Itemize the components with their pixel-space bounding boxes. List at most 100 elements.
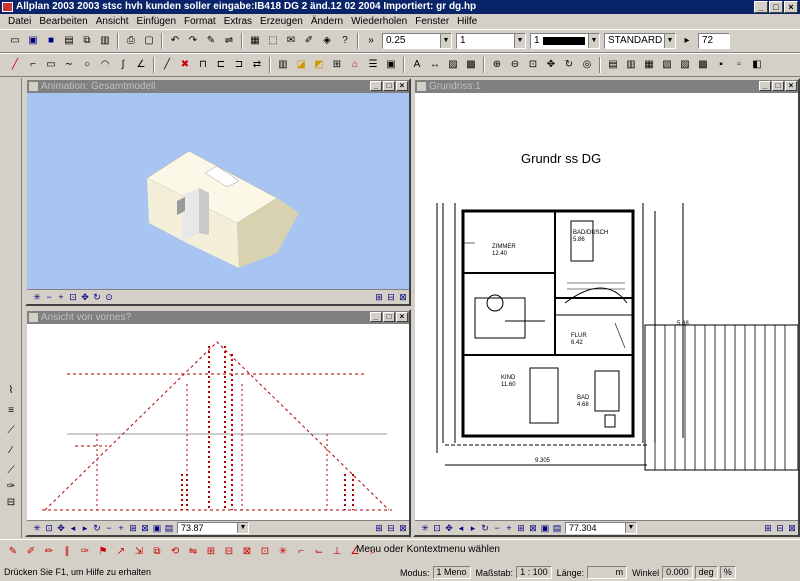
front-next-icon[interactable]: ▸ bbox=[80, 523, 90, 533]
tool-stretch-icon[interactable]: ↗ bbox=[114, 545, 128, 559]
plan-minus-icon[interactable]: − bbox=[492, 523, 502, 533]
menu-erzeugen[interactable]: Erzeugen bbox=[256, 16, 307, 27]
plan-pan-icon[interactable]: ✥ bbox=[444, 523, 454, 533]
layout-3-icon[interactable]: ▦ bbox=[642, 58, 656, 72]
plan-redraw-icon[interactable]: ↻ bbox=[480, 523, 490, 533]
front-opt1-icon[interactable]: ⊞ bbox=[374, 523, 384, 533]
tool-chamfer-icon[interactable]: ⌙ bbox=[312, 545, 326, 559]
front-redraw-icon[interactable]: ↻ bbox=[92, 523, 102, 533]
menu-hilfe[interactable]: Hilfe bbox=[453, 16, 481, 27]
front-zoom-icon[interactable]: ✳ bbox=[32, 523, 42, 533]
front-opt2-icon[interactable]: ⊟ bbox=[386, 523, 396, 533]
arc-icon[interactable]: ◠ bbox=[98, 58, 112, 72]
tool-measure-icon[interactable]: ⊥ bbox=[330, 545, 344, 559]
menu-wiederholen[interactable]: Wiederholen bbox=[347, 16, 411, 27]
plan-next-icon[interactable]: ▸ bbox=[468, 523, 478, 533]
color-select[interactable]: 1 ▼ bbox=[530, 33, 600, 49]
fill-icon[interactable]: ◈ bbox=[320, 34, 334, 48]
save-all-icon[interactable]: ▤ bbox=[62, 34, 76, 48]
plan-view1-icon[interactable]: ⊞ bbox=[516, 523, 526, 533]
tool-pencil-icon[interactable]: ✏ bbox=[42, 545, 56, 559]
plan-opt2-icon[interactable]: ⊟ bbox=[775, 523, 785, 533]
save-icon[interactable]: ■ bbox=[44, 34, 58, 48]
open-icon[interactable]: ▣ bbox=[26, 34, 40, 48]
layout-1-icon[interactable]: ▤ bbox=[606, 58, 620, 72]
menu-datei[interactable]: Datei bbox=[4, 16, 35, 27]
front-close-button[interactable]: × bbox=[396, 312, 408, 322]
polyline-icon[interactable]: ⌐ bbox=[26, 58, 40, 72]
animation-opt1-icon[interactable]: ⊞ bbox=[374, 292, 384, 302]
tool-modify-icon[interactable]: ✑ bbox=[78, 545, 92, 559]
animation-maximize-button[interactable]: □ bbox=[383, 81, 395, 91]
circle-icon[interactable]: ○ bbox=[80, 58, 94, 72]
front-window-icon[interactable]: ⊡ bbox=[44, 523, 54, 533]
front-minimize-button[interactable]: _ bbox=[370, 312, 382, 322]
layout-2-icon[interactable]: ▥ bbox=[624, 58, 638, 72]
tool-rotate-icon[interactable]: ⟲ bbox=[168, 545, 182, 559]
front-scale-select[interactable]: 73.87 ▼ bbox=[177, 522, 249, 534]
animation-move-icon[interactable]: ✥ bbox=[80, 292, 90, 302]
opening-icon[interactable]: ◪ bbox=[294, 58, 308, 72]
door-icon[interactable]: ◩ bbox=[312, 58, 326, 72]
floor-plan-window[interactable]: Grundriss:1 _ □ × Grundr ss DG ZIMMER 12… bbox=[413, 78, 800, 537]
tool-pen-icon[interactable]: ✎ bbox=[6, 545, 20, 559]
stair-icon[interactable]: ☰ bbox=[366, 58, 380, 72]
animation-close-button[interactable]: × bbox=[396, 81, 408, 91]
pattern-icon[interactable]: ▩ bbox=[464, 58, 478, 72]
zoom-out-icon[interactable]: ⊖ bbox=[508, 58, 522, 72]
front-prev-icon[interactable]: ◂ bbox=[68, 523, 78, 533]
rectangle-icon[interactable]: ▭ bbox=[44, 58, 58, 72]
tool-mirror-icon[interactable]: ⇋ bbox=[186, 545, 200, 559]
curve-icon[interactable]: ∼ bbox=[62, 58, 76, 72]
tool-group-icon[interactable]: ⊟ bbox=[222, 545, 236, 559]
animation-orbit-icon[interactable]: ⊙ bbox=[104, 292, 114, 302]
track-icon[interactable]: ≡ bbox=[4, 404, 18, 418]
animation-window[interactable]: Animation: Gesamtmodell _ □ × ✳ − + ⊡ ✥ ↻ … bbox=[25, 78, 411, 306]
hatch-icon[interactable]: ▨ bbox=[446, 58, 460, 72]
properties-icon[interactable]: ✎ bbox=[204, 34, 218, 48]
animation-rotate-icon[interactable]: ↻ bbox=[92, 292, 102, 302]
tool-parallel-icon[interactable]: ∥ bbox=[60, 545, 74, 559]
animation-minus-icon[interactable]: − bbox=[44, 292, 54, 302]
snap-icon[interactable]: ⌇ bbox=[4, 384, 18, 398]
measure-icon[interactable]: ⟋ bbox=[4, 464, 18, 478]
tool-tag-icon[interactable]: ⚑ bbox=[96, 545, 110, 559]
draw-line-icon[interactable]: ╱ bbox=[160, 58, 174, 72]
layout-7-icon[interactable]: ▪ bbox=[714, 58, 728, 72]
front-maximize-button[interactable]: □ bbox=[383, 312, 395, 322]
tool-draw-icon[interactable]: ✐ bbox=[24, 545, 38, 559]
angle-icon[interactable]: ∠ bbox=[134, 58, 148, 72]
front-view-viewport[interactable] bbox=[27, 324, 409, 520]
zoom-in-icon[interactable]: ⊕ bbox=[490, 58, 504, 72]
tool-array-icon[interactable]: ⊞ bbox=[204, 545, 218, 559]
animation-title-bar[interactable]: Animation: Gesamtmodell _ □ × bbox=[27, 80, 409, 93]
spline-icon[interactable]: ∫ bbox=[116, 58, 130, 72]
layout-5-icon[interactable]: ▨ bbox=[678, 58, 692, 72]
plan-zoom-icon[interactable]: ✳ bbox=[420, 523, 430, 533]
redo-icon[interactable]: ↷ bbox=[186, 34, 200, 48]
offset-icon[interactable]: ⊐ bbox=[232, 58, 246, 72]
mirror-icon[interactable]: ⇄ bbox=[250, 58, 264, 72]
front-view-title-bar[interactable]: Ansicht von vornes? _ □ × bbox=[27, 311, 409, 324]
front-opt3-icon[interactable]: ⊠ bbox=[398, 523, 408, 533]
edit-icon[interactable]: ✐ bbox=[302, 34, 316, 48]
plan-scale-select[interactable]: 77.304 ▼ bbox=[565, 522, 637, 534]
plan-maximize-button[interactable]: □ bbox=[772, 81, 784, 91]
tool-fillet-icon[interactable]: ⌐ bbox=[294, 545, 308, 559]
copy-icon[interactable]: ⧉ bbox=[80, 34, 94, 48]
floor-plan-viewport[interactable]: Grundr ss DG ZIMMER 12.40 BAD/DUSCH 5.86… bbox=[415, 93, 798, 520]
view-icon[interactable]: ◎ bbox=[580, 58, 594, 72]
animation-zoom-icon[interactable]: ✳ bbox=[32, 292, 42, 302]
menu-bearbeiten[interactable]: Bearbeiten bbox=[35, 16, 91, 27]
point-icon[interactable]: ⟋ bbox=[4, 424, 18, 438]
grab-icon[interactable]: ✑ bbox=[4, 480, 18, 494]
angle-snap-icon[interactable]: ∕ bbox=[4, 444, 18, 458]
tool-scale-icon[interactable]: ⇲ bbox=[132, 545, 146, 559]
line-type-select[interactable]: 1 ▼ bbox=[456, 33, 526, 49]
style-options-icon[interactable]: ▸ bbox=[680, 34, 694, 48]
plan-view3-icon[interactable]: ▣ bbox=[540, 523, 550, 533]
trim-icon[interactable]: ⊓ bbox=[196, 58, 210, 72]
plan-plus-icon[interactable]: + bbox=[504, 523, 514, 533]
maximize-button[interactable]: □ bbox=[769, 1, 783, 13]
animation-window-icon[interactable]: ⊡ bbox=[68, 292, 78, 302]
